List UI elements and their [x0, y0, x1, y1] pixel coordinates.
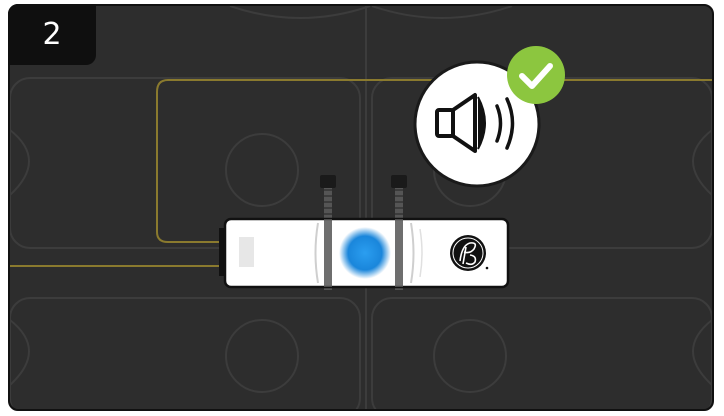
mounting-surface: [10, 6, 712, 409]
illustration: [10, 6, 712, 409]
checkmark-icon: [507, 46, 565, 104]
sound-indicator: [413, 46, 565, 188]
step-number: 2: [42, 17, 62, 52]
step-number-badge: 2: [8, 4, 96, 65]
status-led: [339, 227, 391, 279]
sensor-device: [219, 217, 510, 289]
